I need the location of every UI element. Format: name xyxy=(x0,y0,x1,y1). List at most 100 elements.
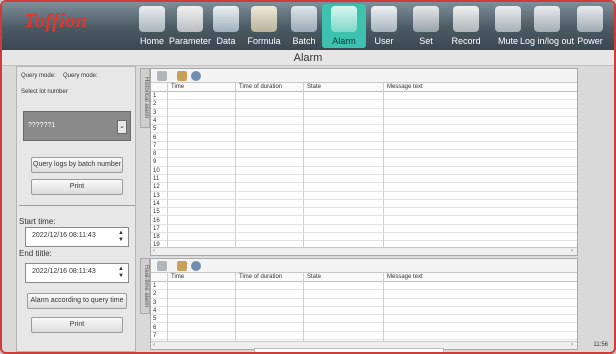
end-time-input[interactable]: 2022/12/16 08:11:43 ▲ ▼ xyxy=(25,263,129,283)
scroll-left-icon[interactable]: ‹ xyxy=(153,248,155,254)
print-time-button[interactable]: Print xyxy=(31,317,123,333)
spin-arrows-icon[interactable]: ▲ ▼ xyxy=(116,266,126,280)
column-time: Time xyxy=(171,274,185,280)
row-number: 2 xyxy=(153,291,157,298)
realtime-table-header: Time Time of duration State Message text xyxy=(151,273,577,282)
row-number: 7 xyxy=(153,332,157,339)
top-toolbar: Toffion Home Parameter Data Formula Batc… xyxy=(2,2,614,50)
realtime-alarm-tab[interactable]: Real-time alarm xyxy=(140,258,150,314)
table-row[interactable]: 17 xyxy=(151,225,577,234)
realtime-alarm-table: Time Time of duration State Message text… xyxy=(150,258,578,350)
lot-number-value: ??????1 xyxy=(28,122,56,129)
historical-alarm-table: Time Time of duration State Message text… xyxy=(150,68,578,258)
toolbar-user-label: User xyxy=(374,36,394,46)
end-time-label: End tiitle: xyxy=(19,249,52,258)
row-number: 3 xyxy=(153,109,157,116)
historical-alarm-tab[interactable]: Historical alarm xyxy=(140,68,150,128)
select-lot-label: Select lot number xyxy=(21,89,68,95)
filter-icon[interactable] xyxy=(177,71,187,81)
table-row[interactable]: 4 xyxy=(151,307,577,316)
formula-icon xyxy=(251,6,277,32)
table-row[interactable]: 10 xyxy=(151,167,577,175)
toolbar-login-label: Log in/log out xyxy=(519,36,575,46)
toolbar-alarm-label: Alarm xyxy=(332,36,356,46)
panel-divider xyxy=(19,205,135,206)
refresh-icon[interactable] xyxy=(191,71,201,81)
scroll-right-icon[interactable]: › xyxy=(571,248,573,254)
page-title: Alarm xyxy=(2,50,614,66)
table-row[interactable]: 1 xyxy=(151,282,577,291)
chevron-down-icon[interactable]: ⌄ xyxy=(117,120,127,134)
table-row[interactable]: 2 xyxy=(151,290,577,299)
table-row[interactable]: 8 xyxy=(151,150,577,159)
tooltip-popup xyxy=(254,348,444,352)
spin-arrows-icon[interactable]: ▲ ▼ xyxy=(116,230,126,244)
scroll-left-icon[interactable]: ‹ xyxy=(153,342,155,348)
end-time-value: 2022/12/16 08:11:43 xyxy=(32,268,96,275)
query-by-time-button[interactable]: Alarm according to query time xyxy=(27,293,127,309)
row-number: 10 xyxy=(153,167,160,174)
table-row[interactable]: 7 xyxy=(151,142,577,151)
alarm-icon xyxy=(331,6,357,32)
table-row[interactable]: 12 xyxy=(151,183,577,192)
table-row[interactable]: 1 xyxy=(151,92,577,101)
table-row[interactable]: 11 xyxy=(151,175,577,184)
row-number: 2 xyxy=(153,101,157,108)
table-row[interactable]: 3 xyxy=(151,109,577,117)
column-state: State xyxy=(307,274,322,280)
filter-icon[interactable] xyxy=(177,261,187,271)
row-number: 13 xyxy=(153,192,160,199)
row-number: 14 xyxy=(153,200,160,207)
toolbar-set-label: Set xyxy=(419,36,433,46)
query-mode-value: Query mode: xyxy=(63,73,98,79)
home-icon xyxy=(139,6,165,32)
column-message: Message text xyxy=(387,274,423,280)
realtime-table-toolbar xyxy=(151,259,577,273)
lot-number-select[interactable]: ??????1 ⌄ xyxy=(23,111,131,141)
refresh-icon[interactable] xyxy=(191,261,201,271)
toolbar-formula-button[interactable]: Formula xyxy=(242,4,286,48)
table-row[interactable]: 4 xyxy=(151,117,577,126)
toolbar-set-button[interactable]: Set xyxy=(404,4,448,48)
column-duration: Time of duration xyxy=(239,84,283,90)
toolbar-power-button[interactable]: Power xyxy=(572,4,608,48)
table-row[interactable]: 5 xyxy=(151,125,577,134)
table-row[interactable]: 3 xyxy=(151,299,577,307)
table-row[interactable]: 16 xyxy=(151,217,577,225)
settings-icon xyxy=(413,6,439,32)
pin-icon[interactable] xyxy=(157,71,167,81)
data-icon xyxy=(213,6,239,32)
toolbar-login-button[interactable]: Log in/log out xyxy=(518,4,576,48)
toolbar-formula-label: Formula xyxy=(247,36,281,46)
row-number: 1 xyxy=(153,93,157,99)
table-row[interactable]: 9 xyxy=(151,158,577,167)
row-number: 4 xyxy=(153,307,157,314)
batch-icon xyxy=(291,6,317,32)
table-row[interactable]: 5 xyxy=(151,315,577,324)
historical-hscrollbar[interactable]: ‹ › xyxy=(151,247,577,255)
toolbar-batch-button[interactable]: Batch xyxy=(282,4,326,48)
row-number: 11 xyxy=(153,176,160,182)
pin-icon[interactable] xyxy=(157,261,167,271)
table-row[interactable]: 15 xyxy=(151,208,577,217)
table-row[interactable]: 2 xyxy=(151,100,577,109)
row-number: 9 xyxy=(153,159,157,166)
print-batch-button[interactable]: Print xyxy=(31,179,123,195)
table-row[interactable]: 14 xyxy=(151,200,577,209)
toolbar-alarm-button[interactable]: Alarm xyxy=(322,4,366,48)
toolbar-user-button[interactable]: User xyxy=(362,4,406,48)
start-time-input[interactable]: 2022/12/16 08:11:43 ▲ ▼ xyxy=(25,227,129,247)
status-clock: 11:56 xyxy=(593,342,608,348)
table-row[interactable]: 13 xyxy=(151,192,577,200)
start-time-label: Start time: xyxy=(19,217,56,226)
query-by-batch-button[interactable]: Query logs by batch number xyxy=(31,157,123,173)
scroll-right-icon[interactable]: › xyxy=(571,342,573,348)
toolbar-record-button[interactable]: Record xyxy=(444,4,488,48)
record-icon xyxy=(453,6,479,32)
table-row[interactable]: 6 xyxy=(151,134,577,142)
table-row[interactable]: 6 xyxy=(151,324,577,332)
column-duration: Time of duration xyxy=(239,274,283,280)
toolbar-batch-label: Batch xyxy=(292,36,316,46)
table-row[interactable]: 18 xyxy=(151,233,577,242)
table-row[interactable]: 7 xyxy=(151,332,577,341)
